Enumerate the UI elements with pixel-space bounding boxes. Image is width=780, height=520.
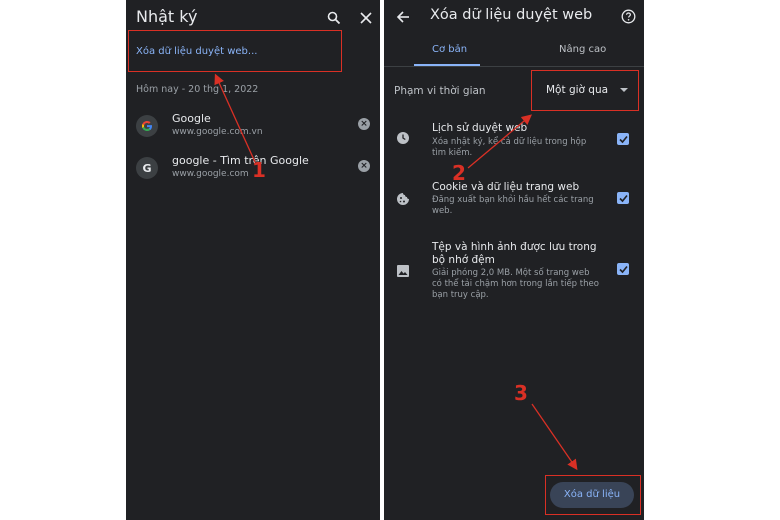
cookie-icon bbox=[396, 191, 410, 205]
option-description: Xóa nhật ký, kể cả dữ liệu trong hộp tìm… bbox=[432, 137, 587, 158]
checkbox-cached-files[interactable] bbox=[617, 263, 629, 275]
google-color-icon bbox=[136, 115, 158, 137]
checkbox-browsing-history[interactable] bbox=[617, 133, 629, 145]
time-range-label: Phạm vi thời gian bbox=[394, 85, 486, 97]
annotation-box-2 bbox=[531, 70, 639, 111]
image-icon bbox=[396, 263, 410, 277]
option-description: Đăng xuất bạn khỏi hầu hết các trang web… bbox=[432, 195, 594, 216]
favicon-letter: G bbox=[142, 161, 152, 175]
annotation-box-3 bbox=[545, 475, 641, 515]
remove-item-icon[interactable]: × bbox=[358, 118, 370, 130]
clock-icon bbox=[396, 130, 410, 144]
tab-advanced[interactable]: Nâng cao bbox=[559, 44, 606, 55]
annotation-number-3: 3 bbox=[514, 381, 528, 405]
tab-basic[interactable]: Cơ bản bbox=[432, 44, 467, 55]
search-icon[interactable] bbox=[324, 8, 344, 28]
checkbox-cookies[interactable] bbox=[617, 192, 629, 204]
tab-divider bbox=[384, 66, 644, 67]
history-item-title: Google bbox=[172, 112, 211, 125]
option-title: Tệp và hình ảnh được lưu trong bộ nhớ đệ… bbox=[432, 241, 597, 266]
history-title: Nhật ký bbox=[136, 7, 198, 26]
history-item[interactable]: Google www.google.com.vn × bbox=[126, 112, 380, 152]
page-title: Xóa dữ liệu duyệt web bbox=[430, 7, 593, 23]
option-description: Giải phóng 2,0 MB. Một số trang web có t… bbox=[432, 268, 599, 300]
google-g-icon: G bbox=[136, 157, 158, 179]
date-header: Hôm nay - 20 thg 1, 2022 bbox=[136, 84, 259, 95]
annotation-number-1: 1 bbox=[252, 158, 266, 182]
remove-item-icon[interactable]: × bbox=[358, 160, 370, 172]
arrow-back-icon[interactable] bbox=[392, 6, 414, 28]
history-panel: Nhật ký Xóa dữ liệu duyệt web... Hôm nay… bbox=[126, 0, 380, 520]
close-icon[interactable] bbox=[356, 8, 376, 28]
history-item-url: www.google.com.vn bbox=[172, 127, 263, 137]
help-icon[interactable] bbox=[618, 6, 638, 26]
history-item-url: www.google.com bbox=[172, 169, 249, 179]
annotation-number-2: 2 bbox=[452, 161, 466, 185]
history-item-title: google - Tìm trên Google bbox=[172, 154, 309, 167]
annotation-box-1 bbox=[128, 30, 342, 72]
option-title: Lịch sử duyệt web bbox=[432, 122, 528, 134]
